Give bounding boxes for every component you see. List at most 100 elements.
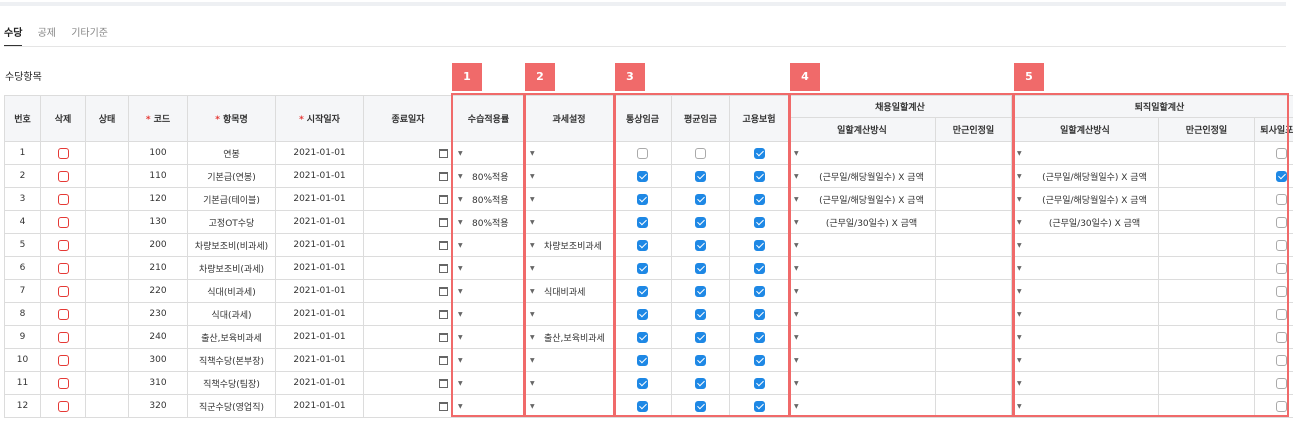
cell-hire-method[interactable]: ▼ [788, 302, 936, 326]
cell-retire-method[interactable]: ▼ [1011, 141, 1159, 165]
ordinary-wage-checkbox[interactable] [637, 331, 648, 343]
cell-end-date[interactable] [363, 164, 453, 188]
retire-day-include-checkbox[interactable] [1275, 170, 1287, 182]
cell-hire-full-days[interactable] [935, 279, 1012, 303]
cell-end-date[interactable] [363, 233, 453, 257]
average-wage-checkbox[interactable] [695, 193, 706, 205]
cell-code[interactable]: 110 [128, 164, 188, 188]
cell-probation-ratio[interactable]: ▼ [452, 325, 525, 349]
cell-start-date[interactable]: 2021-01-01 [275, 302, 364, 326]
cell-tax-setting[interactable]: ▼ 식대비과세 [524, 279, 614, 303]
cell-tax-setting[interactable]: ▼ [524, 210, 614, 234]
cell-retire-method[interactable]: ▼ [1011, 348, 1159, 372]
cell-code[interactable]: 230 [128, 302, 188, 326]
cell-name[interactable]: 직책수당(팀장) [187, 371, 276, 395]
cell-hire-method[interactable]: ▼ (근무일/해당월일수) X 금액 [788, 164, 936, 188]
chevron-down-icon[interactable]: ▼ [1017, 265, 1031, 272]
cell-hire-method[interactable]: ▼ [788, 233, 936, 257]
ordinary-wage-checkbox[interactable] [637, 308, 648, 320]
retire-day-include-checkbox[interactable] [1275, 400, 1287, 412]
cell-probation-ratio[interactable]: ▼ [452, 141, 525, 165]
retire-day-include-checkbox[interactable] [1275, 354, 1287, 366]
cell-hire-method[interactable]: ▼ [788, 394, 936, 418]
chevron-down-icon[interactable]: ▼ [458, 265, 472, 272]
cell-hire-full-days[interactable] [935, 164, 1012, 188]
average-wage-checkbox[interactable] [695, 308, 706, 320]
cell-retire-full-days[interactable] [1158, 325, 1255, 349]
delete-checkbox[interactable] [57, 193, 69, 205]
ordinary-wage-checkbox[interactable] [637, 377, 648, 389]
calendar-icon[interactable] [439, 309, 448, 319]
cell-probation-ratio[interactable]: ▼ [452, 256, 525, 280]
cell-hire-method[interactable]: ▼ (근무일/30일수) X 금액 [788, 210, 936, 234]
cell-hire-full-days[interactable] [935, 394, 1012, 418]
cell-end-date[interactable] [363, 256, 453, 280]
chevron-down-icon[interactable]: ▼ [458, 311, 472, 318]
cell-retire-full-days[interactable] [1158, 371, 1255, 395]
chevron-down-icon[interactable]: ▼ [1017, 150, 1031, 157]
cell-tax-setting[interactable]: ▼ [524, 256, 614, 280]
cell-name[interactable]: 차량보조비(비과세) [187, 233, 276, 257]
cell-end-date[interactable] [363, 279, 453, 303]
cell-retire-full-days[interactable] [1158, 348, 1255, 372]
cell-start-date[interactable]: 2021-01-01 [275, 141, 364, 165]
chevron-down-icon[interactable]: ▼ [1017, 380, 1031, 387]
cell-probation-ratio[interactable]: ▼ [452, 348, 525, 372]
ordinary-wage-checkbox[interactable] [637, 239, 648, 251]
cell-retire-full-days[interactable] [1158, 256, 1255, 280]
cell-retire-method[interactable]: ▼ (근무일/30일수) X 금액 [1011, 210, 1159, 234]
cell-probation-ratio[interactable]: ▼ [452, 279, 525, 303]
tab-other-criteria[interactable]: 기타기준 [71, 24, 108, 39]
chevron-down-icon[interactable]: ▼ [1017, 288, 1031, 295]
average-wage-checkbox[interactable] [695, 170, 706, 182]
cell-retire-method[interactable]: ▼ [1011, 325, 1159, 349]
chevron-down-icon[interactable]: ▼ [1017, 334, 1031, 341]
chevron-down-icon[interactable]: ▼ [530, 357, 544, 364]
delete-checkbox[interactable] [57, 262, 69, 274]
chevron-down-icon[interactable]: ▼ [530, 150, 544, 157]
cell-hire-full-days[interactable] [935, 348, 1012, 372]
cell-name[interactable]: 기본급(테이블) [187, 187, 276, 211]
cell-code[interactable]: 300 [128, 348, 188, 372]
average-wage-checkbox[interactable] [695, 216, 706, 228]
chevron-down-icon[interactable]: ▼ [794, 380, 808, 387]
calendar-icon[interactable] [439, 355, 448, 365]
chevron-down-icon[interactable]: ▼ [1017, 242, 1031, 249]
chevron-down-icon[interactable]: ▼ [530, 265, 544, 272]
chevron-down-icon[interactable]: ▼ [794, 219, 808, 226]
retire-day-include-checkbox[interactable] [1275, 147, 1287, 159]
cell-retire-method[interactable]: ▼ [1011, 394, 1159, 418]
calendar-icon[interactable] [439, 263, 448, 273]
cell-tax-setting[interactable]: ▼ [524, 187, 614, 211]
chevron-down-icon[interactable]: ▼ [458, 150, 472, 157]
employment-insurance-checkbox[interactable] [753, 377, 765, 389]
cell-retire-method[interactable]: ▼ [1011, 371, 1159, 395]
cell-hire-method[interactable]: ▼ [788, 325, 936, 349]
chevron-down-icon[interactable]: ▼ [530, 403, 544, 410]
cell-end-date[interactable] [363, 141, 453, 165]
cell-start-date[interactable]: 2021-01-01 [275, 348, 364, 372]
calendar-icon[interactable] [439, 217, 448, 227]
delete-checkbox[interactable] [57, 170, 69, 182]
tab-allowance[interactable]: 수당 [4, 24, 22, 39]
cell-probation-ratio[interactable]: ▼ 80%적용 [452, 164, 525, 188]
retire-day-include-checkbox[interactable] [1275, 216, 1287, 228]
employment-insurance-checkbox[interactable] [753, 193, 765, 205]
retire-day-include-checkbox[interactable] [1275, 377, 1287, 389]
cell-hire-full-days[interactable] [935, 371, 1012, 395]
average-wage-checkbox[interactable] [695, 239, 706, 251]
cell-tax-setting[interactable]: ▼ [524, 348, 614, 372]
chevron-down-icon[interactable]: ▼ [1017, 403, 1031, 410]
cell-end-date[interactable] [363, 371, 453, 395]
average-wage-checkbox[interactable] [695, 400, 706, 412]
chevron-down-icon[interactable]: ▼ [458, 173, 472, 180]
chevron-down-icon[interactable]: ▼ [794, 196, 808, 203]
retire-day-include-checkbox[interactable] [1275, 262, 1287, 274]
chevron-down-icon[interactable]: ▼ [530, 219, 544, 226]
chevron-down-icon[interactable]: ▼ [458, 219, 472, 226]
calendar-icon[interactable] [439, 332, 448, 342]
cell-hire-method[interactable]: ▼ [788, 371, 936, 395]
cell-retire-full-days[interactable] [1158, 210, 1255, 234]
cell-hire-method[interactable]: ▼ [788, 279, 936, 303]
delete-checkbox[interactable] [57, 216, 69, 228]
